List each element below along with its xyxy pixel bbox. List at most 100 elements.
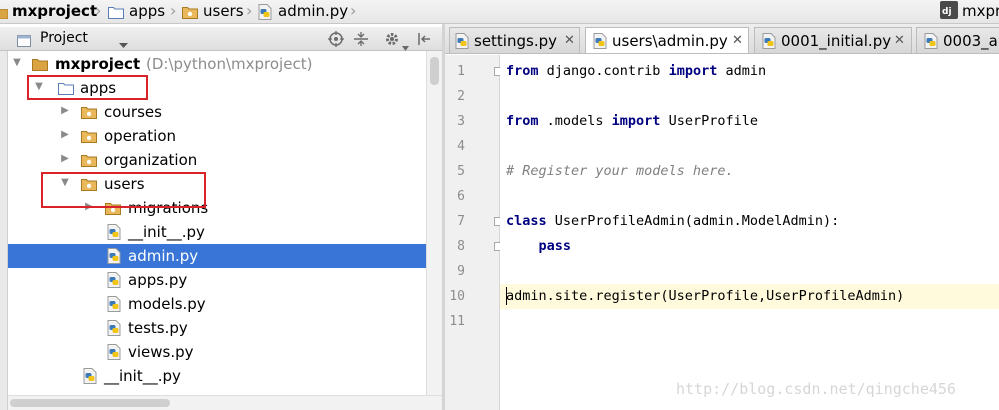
project-name-label[interactable]: mxproj xyxy=(962,0,999,24)
tree-horizontal-scrollbar[interactable] xyxy=(8,395,442,410)
tab-label: settings.py xyxy=(474,32,557,50)
close-icon[interactable]: ✕ xyxy=(732,28,743,53)
settings-icon[interactable] xyxy=(384,31,400,51)
tab-label: 0001_initial.py xyxy=(781,32,892,50)
line-number: 7 xyxy=(457,214,465,229)
expand-arrow-icon[interactable]: ▶ xyxy=(83,201,95,213)
code-editor[interactable]: from django.contrib import admin from .m… xyxy=(500,55,999,410)
python-file-icon xyxy=(107,344,121,364)
package-folder-icon xyxy=(182,5,198,23)
scroll-from-source-icon[interactable] xyxy=(328,31,344,51)
python-file-icon xyxy=(258,4,272,24)
tree-item-apps-py[interactable]: apps.py xyxy=(8,268,426,292)
tree-item-apps[interactable]: ▼ apps xyxy=(8,76,426,100)
breadcrumb-separator: › xyxy=(95,1,102,20)
tab-0003-au[interactable]: 0003_au xyxy=(916,27,999,53)
tree-item-label: apps.py xyxy=(128,271,188,289)
breadcrumb-admin-py[interactable]: admin.py xyxy=(278,0,348,24)
python-file-icon xyxy=(762,33,776,53)
tab-label: users\admin.py xyxy=(612,32,728,50)
tab-0001-initial-py[interactable]: 0001_initial.py ✕ xyxy=(754,27,912,53)
watermark: http://blog.csdn.net/qingche456 xyxy=(676,380,956,398)
line-number: 11 xyxy=(449,314,465,329)
python-file-icon xyxy=(107,296,121,316)
scrollbar-thumb[interactable] xyxy=(10,399,170,407)
hide-panel-icon[interactable] xyxy=(418,32,432,50)
expand-arrow-icon[interactable]: ▼ xyxy=(33,81,45,93)
tree-item-label: migrations xyxy=(128,199,209,217)
tree-item-mxproject[interactable]: ▼ mxproject (D:\python\mxproject) xyxy=(8,52,426,76)
python-file-icon xyxy=(107,224,121,244)
breadcrumb-separator: › xyxy=(246,1,253,20)
close-icon[interactable]: ✕ xyxy=(894,28,905,53)
expand-arrow-icon[interactable]: ▶ xyxy=(59,129,71,141)
breadcrumb-separator: › xyxy=(350,1,357,20)
breadcrumb-users[interactable]: users xyxy=(203,0,244,24)
line-number-gutter[interactable]: 1 2 3 4 5 6 7 8 9 10 11 xyxy=(445,55,503,410)
breadcrumb-mxproject[interactable]: mxproject xyxy=(12,0,97,24)
line-number: 4 xyxy=(457,139,465,154)
package-folder-icon xyxy=(81,177,97,195)
text-caret xyxy=(506,287,507,305)
tree-item-organization[interactable]: ▶ organization xyxy=(8,148,426,172)
tree-item-label: tests.py xyxy=(128,319,188,337)
python-file-icon xyxy=(107,272,121,292)
python-file-icon xyxy=(593,33,607,53)
project-view-selector[interactable]: Project xyxy=(40,27,88,51)
tree-item-label: operation xyxy=(104,127,177,145)
package-folder-icon xyxy=(105,201,121,219)
tree-item-courses[interactable]: ▶ courses xyxy=(8,100,426,124)
tree-item-label: __init__.py xyxy=(104,367,181,385)
tab-label: 0003_au xyxy=(943,32,999,50)
breadcrumb-separator: › xyxy=(170,1,177,20)
tree-item-operation[interactable]: ▶ operation xyxy=(8,124,426,148)
folder-icon xyxy=(108,5,124,23)
close-icon[interactable]: ✕ xyxy=(564,28,575,53)
tree-item-migrations[interactable]: ▶ migrations xyxy=(8,196,426,220)
tab-users-admin-py[interactable]: users\admin.py ✕ xyxy=(585,27,749,53)
package-folder-icon xyxy=(81,129,97,147)
tree-item-models-py[interactable]: models.py xyxy=(8,292,426,316)
line-number: 6 xyxy=(457,189,465,204)
line-number: 2 xyxy=(457,89,465,104)
scrollbar-thumb[interactable] xyxy=(430,57,439,85)
breadcrumb-apps[interactable]: apps xyxy=(129,0,165,24)
expand-arrow-icon[interactable]: ▼ xyxy=(11,57,23,69)
code-comment: # Register your models here. xyxy=(506,163,734,179)
tree-item-label: __init__.py xyxy=(128,223,205,241)
code-line: from .models import UserProfile xyxy=(506,113,758,129)
expand-arrow-icon[interactable]: ▼ xyxy=(59,177,71,189)
tree-item-tests-py[interactable]: tests.py xyxy=(8,316,426,340)
package-folder-icon xyxy=(81,153,97,171)
navigation-bar: mxproject › apps › users › admin.py › dj… xyxy=(0,0,999,24)
line-number: 3 xyxy=(457,114,465,129)
project-panel-header: Project xyxy=(0,27,442,51)
tree-item-admin-py[interactable]: admin.py xyxy=(8,244,426,268)
tree-item-init-py[interactable]: __init__.py xyxy=(8,220,426,244)
tree-item-init-py[interactable]: __init__.py xyxy=(8,364,426,388)
python-file-icon xyxy=(107,248,121,268)
tree-item-views-py[interactable]: views.py xyxy=(8,340,426,364)
tree-item-label: mxproject xyxy=(55,55,141,73)
project-path-label: (D:\python\mxproject) xyxy=(146,55,313,73)
expand-arrow-icon[interactable]: ▶ xyxy=(59,105,71,117)
project-folder-icon xyxy=(0,5,9,23)
collapse-all-icon[interactable] xyxy=(353,31,369,51)
project-badge-icon: dj xyxy=(940,1,958,23)
editor-tab-bar: settings.py ✕ users\admin.py ✕ 0001_init… xyxy=(445,24,999,54)
line-number: 1 xyxy=(457,64,465,79)
project-tree[interactable]: ▼ mxproject (D:\python\mxproject) ▼ apps… xyxy=(8,51,426,395)
line-number: 10 xyxy=(449,289,465,304)
tab-settings-py[interactable]: settings.py ✕ xyxy=(449,27,580,53)
python-file-icon xyxy=(924,33,938,53)
code-line: class UserProfileAdmin(admin.ModelAdmin)… xyxy=(506,213,840,229)
tree-vertical-scrollbar[interactable] xyxy=(426,51,442,395)
expand-arrow-icon[interactable]: ▶ xyxy=(59,153,71,165)
line-number: 9 xyxy=(457,264,465,279)
tree-item-label: apps xyxy=(80,79,117,97)
tree-item-label: organization xyxy=(104,151,198,169)
tree-item-users[interactable]: ▼ users xyxy=(8,172,426,196)
python-file-icon xyxy=(107,320,121,340)
code-line: from django.contrib import admin xyxy=(506,63,767,79)
tree-item-label: views.py xyxy=(128,343,194,361)
